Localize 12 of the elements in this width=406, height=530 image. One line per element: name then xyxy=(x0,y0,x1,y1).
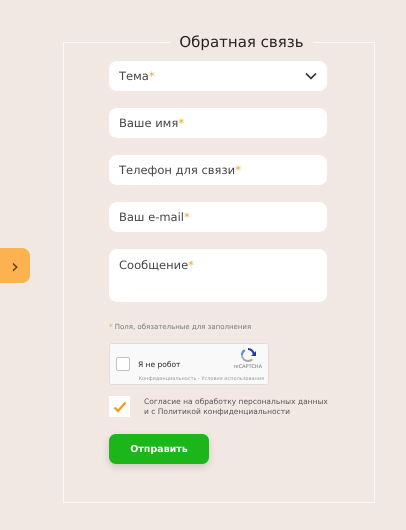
form-title: Обратная связь xyxy=(178,33,305,51)
input-field[interactable]: Ваш e-mail* xyxy=(109,202,327,232)
chevron-down-icon xyxy=(305,72,317,80)
captcha-checkbox[interactable] xyxy=(116,357,130,371)
input-field[interactable]: Ваше имя* xyxy=(109,108,327,138)
consent-checkbox[interactable] xyxy=(109,396,130,417)
select-field[interactable]: Тема* xyxy=(109,61,327,91)
message-field[interactable]: Сообщение* xyxy=(109,249,327,302)
input-field[interactable]: Телефон для связи* xyxy=(109,155,327,185)
recaptcha-logo-icon xyxy=(240,347,256,363)
check-icon xyxy=(112,400,126,412)
expand-tab[interactable]: › xyxy=(0,248,30,283)
